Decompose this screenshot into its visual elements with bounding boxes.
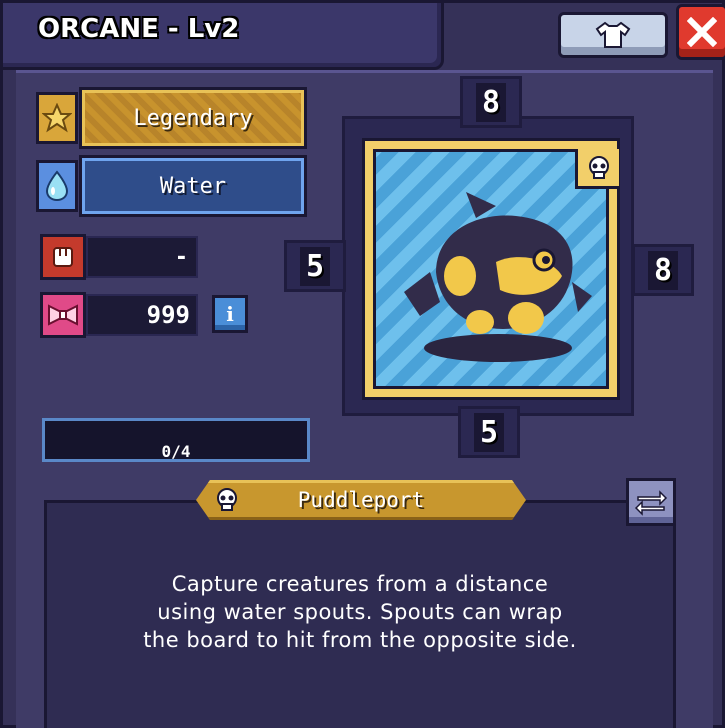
element-label: Water	[79, 155, 307, 217]
ability-name: Puddleport	[196, 480, 526, 520]
ability-description-line: the board to hit from the opposite side.	[143, 628, 577, 652]
card-stat-right: 8	[632, 244, 694, 296]
swap-arrows-icon	[634, 490, 668, 516]
ability-description-line: using water spouts. Spouts can wrap	[157, 600, 563, 624]
xp-progress-text: 0/4	[161, 442, 191, 461]
bow-icon	[40, 292, 86, 338]
card-stat-top: 8	[460, 76, 522, 128]
star-badge-icon	[36, 92, 78, 144]
capture-value: 999	[86, 294, 198, 336]
card-stat-bottom: 5	[458, 406, 520, 458]
fist-icon	[40, 234, 86, 280]
water-drop-icon	[36, 160, 78, 212]
swap-ability-button[interactable]	[626, 478, 676, 526]
card-stat-left: 5	[284, 240, 346, 292]
xp-progress-bar: 0/4	[42, 418, 310, 462]
skull-icon	[210, 484, 244, 516]
ability-description: Capture creatures from a distance using …	[64, 570, 656, 654]
close-button[interactable]	[676, 4, 725, 60]
skull-badge-icon	[575, 149, 619, 189]
info-button[interactable]: i	[212, 295, 248, 333]
card-art	[373, 149, 609, 389]
creature-title: ORCANE - Lv2	[38, 14, 240, 44]
info-icon: i	[226, 302, 234, 326]
close-icon	[687, 17, 717, 47]
rarity-label: Legendary	[79, 87, 307, 149]
power-value: -	[86, 236, 198, 278]
skin-button[interactable]	[558, 12, 668, 58]
shirt-icon	[595, 21, 631, 48]
creature-card[interactable]	[362, 138, 620, 400]
ability-description-line: Capture creatures from a distance	[171, 572, 549, 596]
